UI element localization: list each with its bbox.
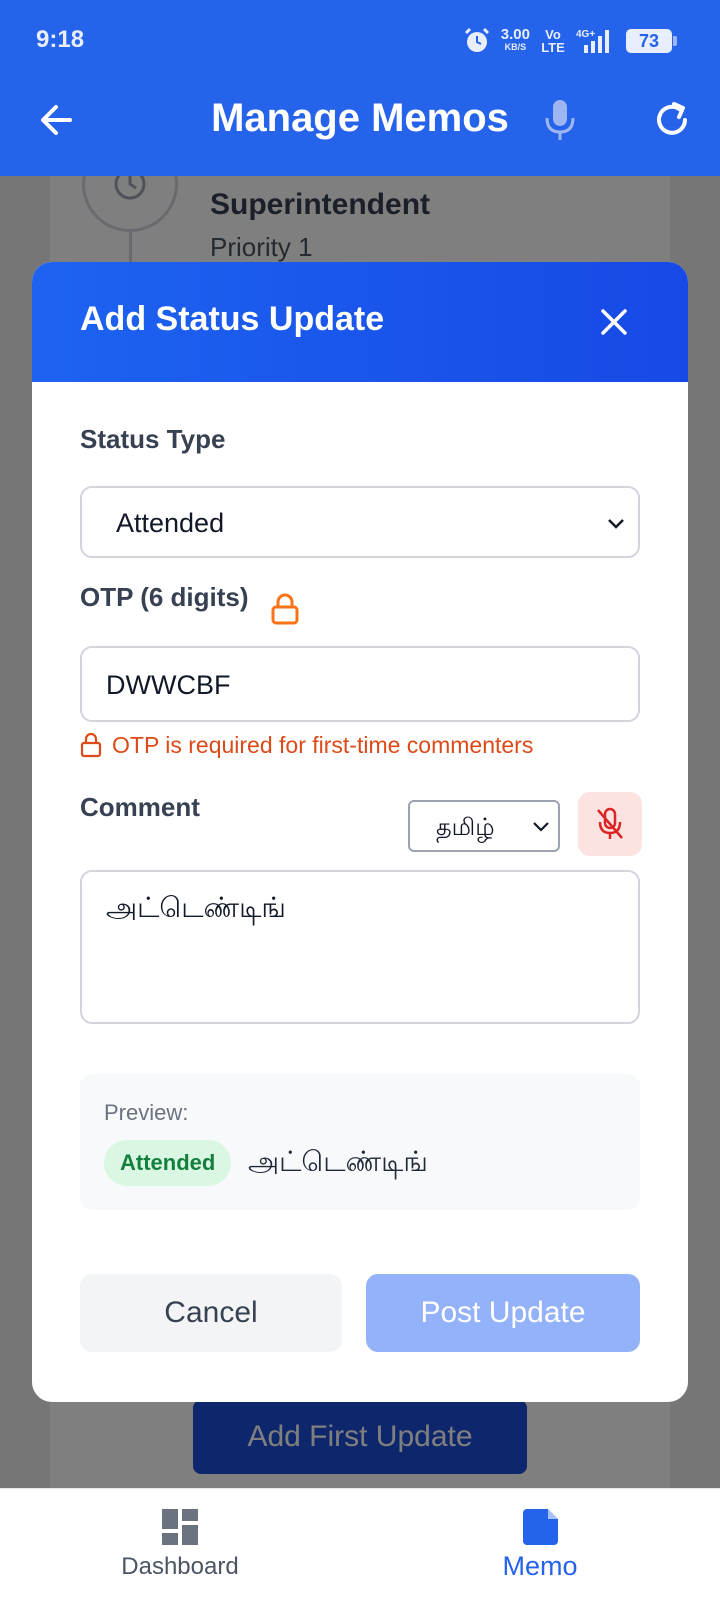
status-badge: Attended: [104, 1140, 232, 1186]
dashboard-icon: [162, 1509, 198, 1545]
lock-icon: [80, 732, 102, 758]
microphone-icon[interactable]: [540, 96, 580, 144]
preview-label: Preview:: [104, 1100, 189, 1125]
comment-value: அட்டெண்டிங்: [106, 892, 286, 923]
status-type-value: Attended: [116, 508, 225, 538]
preview-panel: Preview: Attended அட்டெண்டிங்: [80, 1074, 640, 1210]
chevron-down-icon: [533, 822, 549, 832]
signal-icon: 4G+: [576, 29, 609, 53]
app-header: 9:18 3.00 KB/S Vo LTE 4G+ 73 Manage Memo…: [0, 0, 720, 176]
comment-label: Comment: [80, 792, 200, 822]
memo-icon: [523, 1509, 558, 1545]
battery-indicator: 73: [626, 29, 677, 53]
alarm-icon: [464, 27, 489, 52]
nav-label-dashboard: Dashboard: [121, 1553, 239, 1580]
status-update-modal: Add Status Update Status Type Attended O…: [32, 262, 688, 1402]
comment-textarea[interactable]: அட்டெண்டிங்: [80, 870, 640, 1024]
volte-indicator: Vo LTE: [541, 27, 565, 55]
refresh-icon[interactable]: [652, 100, 692, 140]
otp-label: OTP (6 digits): [80, 582, 249, 612]
preview-comment: அட்டெண்டிங்: [248, 1146, 428, 1177]
language-value: தமிழ்: [436, 814, 495, 841]
nav-label-memo: Memo: [502, 1551, 578, 1581]
page-title: Manage Memos: [211, 96, 509, 140]
otp-value: DWWCBF: [106, 670, 231, 700]
otp-hint-text: OTP is required for first-time commenter…: [112, 732, 534, 758]
status-type-label: Status Type: [80, 424, 226, 454]
otp-input[interactable]: DWWCBF: [80, 646, 640, 722]
close-icon[interactable]: [592, 300, 636, 344]
network-speed: 3.00 KB/S: [500, 26, 530, 52]
modal-title: Add Status Update: [80, 300, 385, 338]
post-update-button[interactable]: Post Update: [366, 1274, 640, 1352]
nav-item-memo[interactable]: Memo: [420, 1489, 660, 1604]
chevron-down-icon: [608, 519, 624, 529]
status-time: 9:18: [36, 26, 85, 53]
cancel-button[interactable]: Cancel: [80, 1274, 342, 1352]
voice-input-toggle[interactable]: [578, 792, 642, 856]
status-type-select[interactable]: Attended: [80, 486, 640, 558]
mic-off-icon: [597, 807, 623, 839]
svg-text:4G+: 4G+: [576, 29, 595, 40]
language-select[interactable]: தமிழ்: [408, 800, 560, 852]
bottom-nav: Dashboard Memo: [0, 1488, 720, 1604]
lock-icon: [271, 593, 299, 625]
nav-item-dashboard[interactable]: Dashboard: [60, 1489, 300, 1604]
modal-header: Add Status Update: [32, 262, 688, 382]
status-icons: 3.00 KB/S Vo LTE 4G+ 73: [463, 24, 677, 58]
